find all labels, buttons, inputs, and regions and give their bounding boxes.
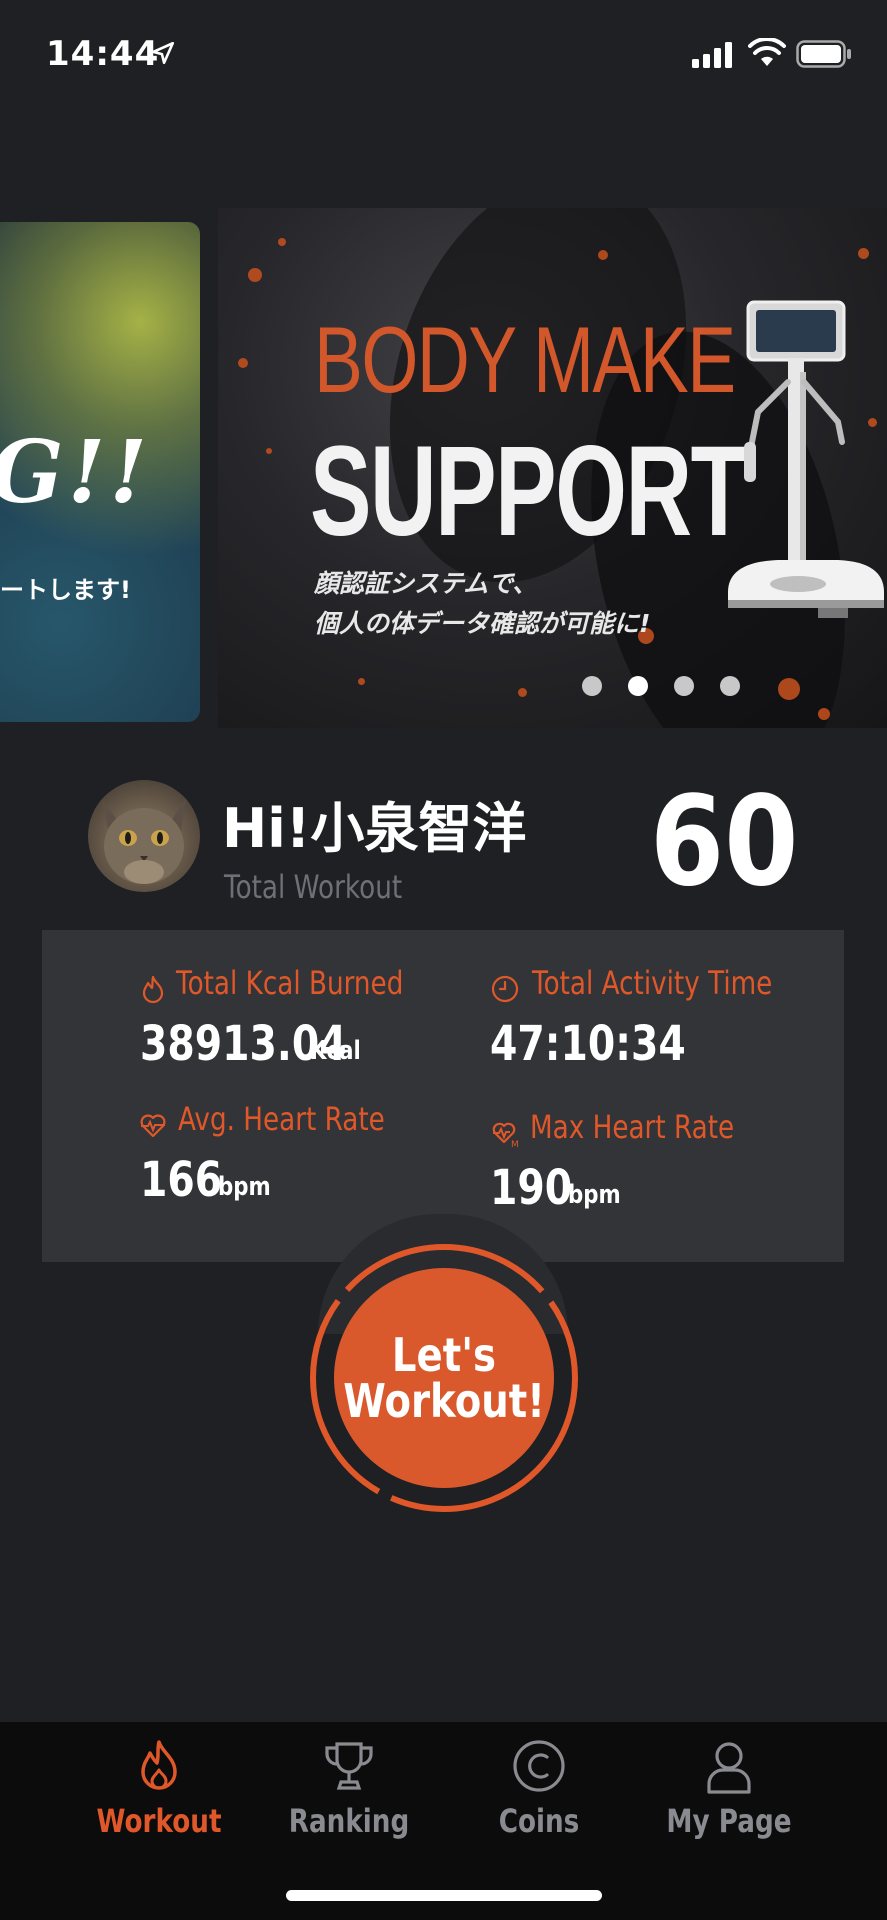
workout-button-line2: Workout! [343,1374,545,1428]
person-icon [707,1742,751,1794]
tab-workout[interactable]: Workout [74,1736,244,1856]
lets-workout-button[interactable]: Let's Workout! [334,1268,554,1488]
avatar[interactable] [88,780,200,892]
tab-ranking[interactable]: Ranking [264,1736,434,1856]
location-arrow-icon [151,41,175,65]
tab-coins[interactable]: Coins [454,1736,624,1856]
body-composition-machine-image [728,300,884,618]
banner-carousel[interactable]: G!! ートします! BODY MAKE SUPPORT 顔認証システムで、 個… [0,208,887,728]
activity-time-value: 47:10:34 [490,1016,686,1072]
carousel-dot[interactable] [720,676,740,696]
workout-button-line1: Let's [391,1328,497,1382]
heart-rate-icon [140,1114,166,1138]
activity-time-label: Total Activity Time [532,964,773,1002]
banner-title-line1: BODY MAKE [314,307,736,412]
kcal-unit: Kcal [310,1036,361,1066]
home-indicator[interactable] [286,1890,602,1901]
svg-text:M: M [511,1140,519,1148]
carousel-dot[interactable] [582,676,602,696]
clock-icon [491,975,519,1003]
max-heart-rate-unit: bpm [568,1180,621,1210]
status-time: 14:44 [46,34,160,74]
flame-icon [141,1740,177,1790]
max-heart-rate-label: Max Heart Rate [530,1108,735,1146]
total-workout-count: 60 [650,770,799,914]
max-heart-rate-value: 190 [490,1160,573,1216]
tab-my-page[interactable]: My Page [644,1736,814,1856]
flame-icon [142,975,164,1004]
cat-photo-image [102,798,186,884]
banner-title-line2: SUPPORT [310,420,747,563]
avg-heart-rate-value: 166 [140,1152,223,1208]
battery-icon [796,40,851,68]
status-bar: 14:44 [0,0,887,110]
stats-panel: Total Kcal Burned 38913.04 Kcal Total Ac… [42,930,844,1262]
tab-my-page-label: My Page [666,1802,792,1840]
cellular-signal-icon [692,42,732,68]
avg-heart-rate-unit: bpm [218,1172,271,1202]
banner-body-make-support[interactable]: BODY MAKE SUPPORT 顔認証システムで、 個人の体データ確認が可能… [218,208,887,728]
tab-workout-label: Workout [96,1802,222,1840]
banner-text-line2: 個人の体データ確認が可能に! [314,609,651,638]
kcal-label: Total Kcal Burned [176,964,404,1002]
wifi-icon [748,38,786,66]
trophy-icon [325,1742,373,1790]
workout-screen: 14:44 G!! ートします! BODY MAKE SUPPORT 顔認証シス… [0,0,887,1920]
carousel-dot[interactable] [674,676,694,696]
carousel-dot-active[interactable] [628,676,648,696]
carousel-page-indicator[interactable] [582,676,740,696]
banner-previous[interactable]: G!! ートします! [0,222,200,722]
banner-text-line1: 顔認証システムで、 [314,569,538,598]
tab-ranking-label: Ranking [288,1802,410,1840]
avg-heart-rate-label: Avg. Heart Rate [178,1100,385,1138]
coin-icon [513,1740,565,1792]
total-workout-label: Total Workout [224,868,403,906]
banner-previous-headline: G!! [0,422,151,523]
banner-previous-subtitle: ートします! [0,576,131,604]
tab-coins-label: Coins [498,1802,580,1840]
max-heart-rate-icon: M [492,1122,519,1148]
greeting-name: Hi!小泉智洋 [222,797,527,860]
